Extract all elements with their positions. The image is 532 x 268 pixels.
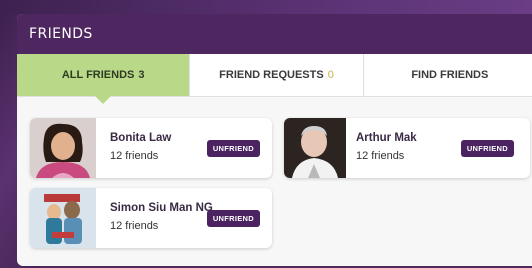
friend-name: Arthur Mak: [356, 132, 417, 144]
unfriend-button[interactable]: UNFRIEND: [460, 140, 514, 157]
unfriend-button[interactable]: UNFRIEND: [206, 140, 260, 157]
panel-header: FRIENDS: [17, 14, 532, 54]
friend-avatar: [284, 118, 346, 178]
friends-tabs: ALL FRIENDS 3 FRIEND REQUESTS 0 FIND FRI…: [17, 54, 532, 104]
tab-friend-requests[interactable]: FRIEND REQUESTS 0: [190, 54, 364, 96]
unfriend-button[interactable]: UNFRIEND: [206, 210, 260, 227]
woman-photo-icon: [30, 118, 96, 178]
tab-friend-requests-label: FRIEND REQUESTS: [219, 69, 324, 81]
background-top: [0, 0, 532, 14]
panel-title: FRIENDS: [29, 26, 93, 42]
friend-card: Arthur Mak 12 friends UNFRIEND: [284, 118, 530, 178]
tab-all-friends-count: 3: [138, 69, 145, 81]
friend-count: 12 friends: [110, 150, 159, 162]
friend-card: Bonita Law 12 friends UNFRIEND: [30, 118, 272, 178]
tab-all-friends[interactable]: ALL FRIENDS 3: [17, 54, 191, 104]
friend-count: 12 friends: [110, 220, 159, 232]
friend-card: Simon Siu Man NG 12 friends UNFRIEND: [30, 188, 272, 248]
friend-name: Simon Siu Man NG: [110, 202, 213, 214]
man-photo-icon: [284, 118, 346, 178]
tab-all-friends-label: ALL FRIENDS: [61, 69, 135, 81]
friend-avatar: [30, 188, 96, 248]
figures-photo-icon: [30, 188, 96, 248]
tab-find-friends-label: FIND FRIENDS: [411, 69, 489, 81]
tab-friend-requests-count: 0: [327, 69, 334, 81]
friend-name: Bonita Law: [110, 132, 172, 144]
friend-avatar: [30, 118, 96, 178]
friends-panel: FRIENDS ALL FRIENDS 3 FRIEND REQUESTS 0 …: [17, 14, 532, 266]
tab-find-friends[interactable]: FIND FRIENDS: [363, 54, 532, 96]
friend-count: 12 friends: [356, 150, 405, 162]
